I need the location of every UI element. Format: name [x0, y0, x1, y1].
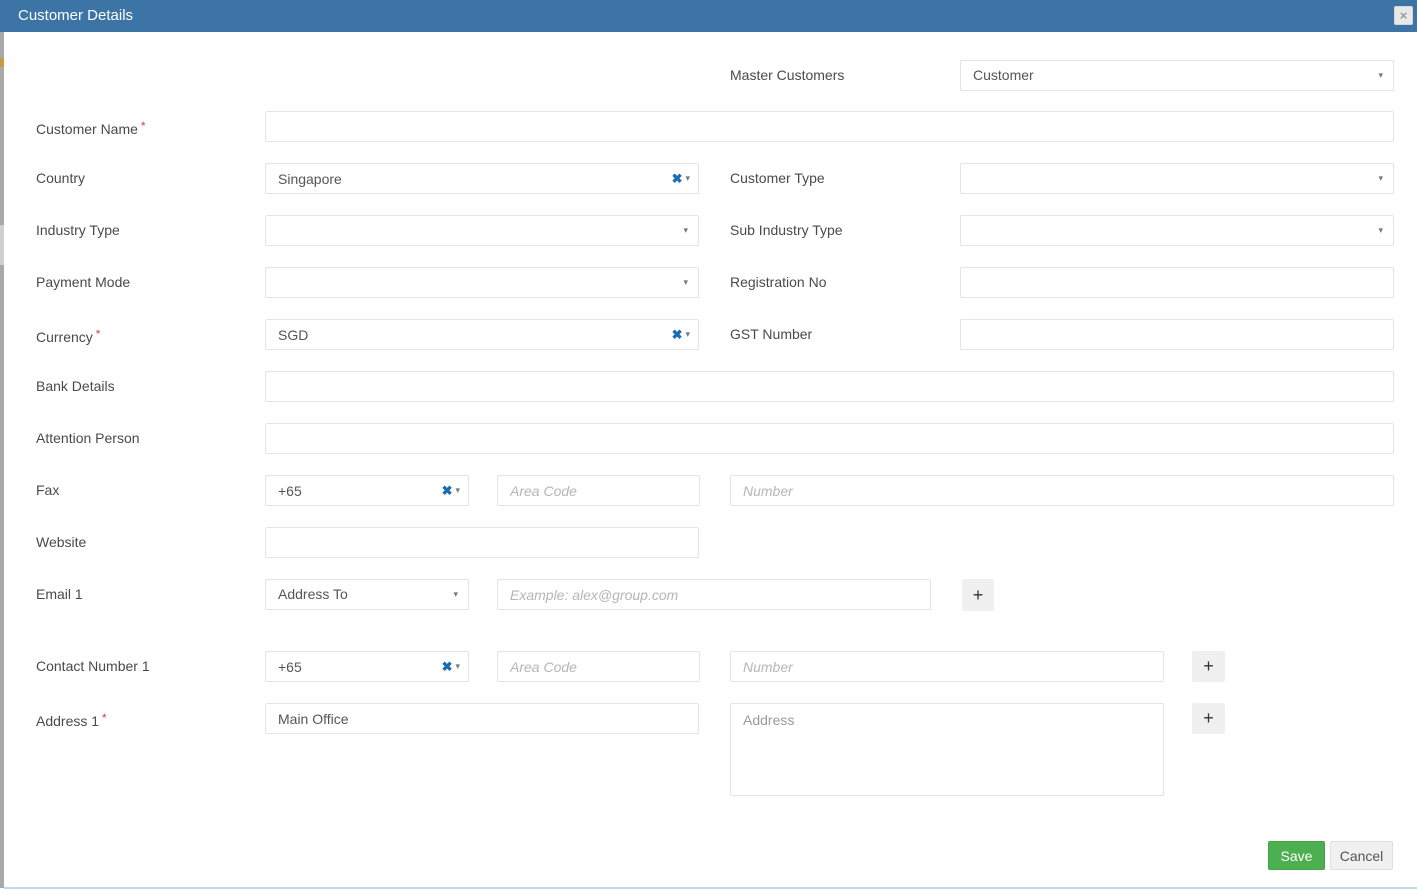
- payment-mode-label: Payment Mode: [36, 267, 130, 298]
- attention-person-label: Attention Person: [36, 423, 140, 454]
- website-label: Website: [36, 527, 86, 558]
- bank-details-label: Bank Details: [36, 371, 115, 402]
- fax-country-code-input[interactable]: [266, 476, 422, 505]
- cancel-button[interactable]: Cancel: [1330, 841, 1393, 870]
- background-edge-accent: [0, 58, 4, 67]
- fax-area-code-input[interactable]: [497, 475, 700, 506]
- attention-person-input[interactable]: [265, 423, 1394, 454]
- chevron-down-icon[interactable]: ▾: [455, 485, 460, 496]
- website-input[interactable]: [265, 527, 699, 558]
- fax-number-input[interactable]: [730, 475, 1394, 506]
- address-1-label: Address 1*: [36, 703, 107, 737]
- contact-country-code-combobox[interactable]: ✖ ▾: [265, 651, 469, 682]
- plus-icon: +: [1203, 656, 1214, 676]
- email-address-input[interactable]: [497, 579, 931, 610]
- currency-combobox[interactable]: ✖ ▾: [265, 319, 699, 350]
- customer-details-dialog: Customer Details × Master Customers Cust…: [0, 0, 1417, 892]
- fax-label: Fax: [36, 475, 59, 506]
- required-asterisk: *: [141, 119, 146, 133]
- add-contact-number-button[interactable]: +: [1192, 651, 1225, 682]
- add-address-button[interactable]: +: [1192, 703, 1225, 734]
- currency-input[interactable]: [266, 320, 652, 349]
- country-combobox[interactable]: ✖ ▾: [265, 163, 699, 194]
- gst-number-label: GST Number: [730, 319, 812, 350]
- customer-name-input[interactable]: [265, 111, 1394, 142]
- plus-icon: +: [1203, 708, 1214, 728]
- address-textarea[interactable]: [730, 703, 1164, 796]
- customer-name-label: Customer Name*: [36, 111, 146, 145]
- clear-icon[interactable]: ✖: [672, 171, 683, 187]
- customer-type-dropdown[interactable]: ▾: [960, 163, 1394, 194]
- email-recipient-type-value: Address To: [278, 580, 348, 609]
- master-customers-value: Customer: [973, 61, 1034, 90]
- add-email-button[interactable]: +: [962, 579, 994, 611]
- clear-icon[interactable]: ✖: [442, 659, 453, 675]
- contact-number-input[interactable]: [730, 651, 1164, 682]
- chevron-down-icon[interactable]: ▾: [683, 268, 688, 297]
- save-button[interactable]: Save: [1268, 841, 1325, 870]
- sub-industry-type-label: Sub Industry Type: [730, 215, 843, 246]
- address-location-input[interactable]: [265, 703, 699, 734]
- fax-country-code-combobox[interactable]: ✖ ▾: [265, 475, 469, 506]
- gst-number-input[interactable]: [960, 319, 1394, 350]
- chevron-down-icon[interactable]: ▾: [1378, 61, 1383, 90]
- country-label: Country: [36, 163, 85, 194]
- email-recipient-type-dropdown[interactable]: Address To ▾: [265, 579, 469, 610]
- close-icon[interactable]: ×: [1394, 6, 1413, 25]
- dialog-titlebar: Customer Details: [0, 0, 1417, 32]
- registration-no-input[interactable]: [960, 267, 1394, 298]
- background-edge-light: [0, 225, 4, 265]
- dialog-title: Customer Details: [18, 0, 133, 32]
- bank-details-input[interactable]: [265, 371, 1394, 402]
- clear-icon[interactable]: ✖: [672, 327, 683, 343]
- required-asterisk: *: [96, 327, 101, 341]
- plus-icon: +: [973, 585, 984, 605]
- sub-industry-type-dropdown[interactable]: ▾: [960, 215, 1394, 246]
- contact-country-code-input[interactable]: [266, 652, 422, 681]
- chevron-down-icon[interactable]: ▾: [685, 173, 690, 184]
- required-asterisk: *: [102, 711, 107, 725]
- chevron-down-icon[interactable]: ▾: [455, 661, 460, 672]
- country-input[interactable]: [266, 164, 652, 193]
- currency-label: Currency*: [36, 319, 100, 353]
- payment-mode-dropdown[interactable]: ▾: [265, 267, 699, 298]
- dialog-bottom-border: [4, 887, 1417, 889]
- chevron-down-icon[interactable]: ▾: [453, 580, 458, 609]
- customer-type-label: Customer Type: [730, 163, 825, 194]
- master-customers-label: Master Customers: [730, 60, 844, 91]
- contact-area-code-input[interactable]: [497, 651, 700, 682]
- clear-icon[interactable]: ✖: [442, 483, 453, 499]
- chevron-down-icon[interactable]: ▾: [685, 329, 690, 340]
- industry-type-dropdown[interactable]: ▾: [265, 215, 699, 246]
- background-edge-strip: [0, 32, 4, 888]
- master-customers-dropdown[interactable]: Customer ▾: [960, 60, 1394, 91]
- registration-no-label: Registration No: [730, 267, 827, 298]
- email-1-label: Email 1: [36, 579, 83, 610]
- chevron-down-icon[interactable]: ▾: [1378, 216, 1383, 245]
- chevron-down-icon[interactable]: ▾: [1378, 164, 1383, 193]
- contact-number-1-label: Contact Number 1: [36, 651, 150, 682]
- industry-type-label: Industry Type: [36, 215, 120, 246]
- chevron-down-icon[interactable]: ▾: [683, 216, 688, 245]
